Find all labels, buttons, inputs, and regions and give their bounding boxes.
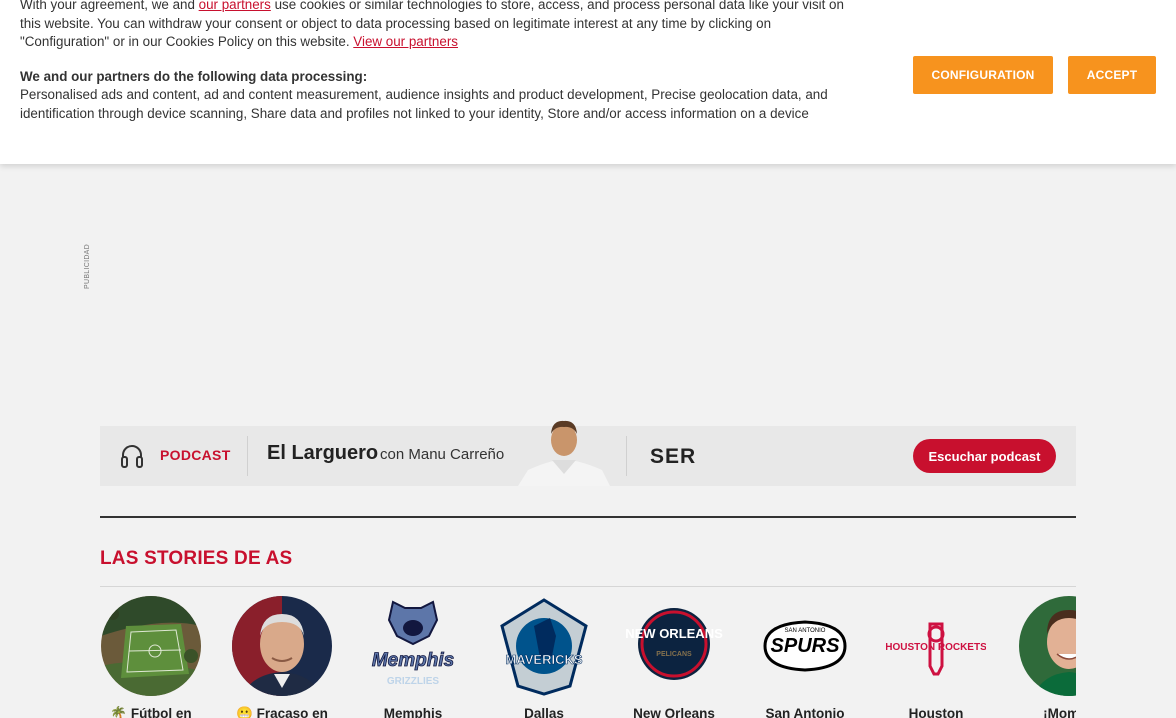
stories-carousel: 🌴 Fútbol en 😬 Fracaso en Memphis GRIZZLI…: [100, 596, 1076, 718]
stories-section-title: LAS STORIES DE AS: [100, 548, 293, 569]
story-item[interactable]: MAVERICKS Dallas: [489, 596, 599, 718]
consent-text-intro: With your agreement, we and: [20, 0, 199, 12]
dallas-mavericks-logo: MAVERICKS: [494, 596, 594, 696]
processing-text: Personalised ads and content, ad and con…: [20, 87, 828, 121]
story-label: Memphis: [383, 706, 443, 718]
section-divider: [100, 586, 1076, 587]
player-photo: [1019, 596, 1076, 696]
story-item[interactable]: SPURS SAN ANTONIO San Antonio: [750, 596, 860, 718]
story-item[interactable]: 🌴 Fútbol en: [100, 596, 206, 718]
svg-text:PELICANS: PELICANS: [656, 651, 692, 658]
our-partners-link[interactable]: our partners: [199, 0, 271, 12]
person-photo: [232, 596, 332, 696]
processing-heading: We and our partners do the following dat…: [20, 68, 368, 84]
svg-text:HOUSTON ROCKETS: HOUSTON ROCKETS: [886, 642, 986, 653]
show-host: con Manu Carreño: [380, 446, 505, 463]
svg-text:SPURS: SPURS: [771, 635, 841, 657]
svg-text:Memphis: Memphis: [372, 650, 454, 671]
football-pitch-image: [101, 596, 201, 696]
svg-text:GRIZZLIES: GRIZZLIES: [387, 676, 440, 687]
story-item[interactable]: HOUSTON ROCKETS Houston: [881, 596, 991, 718]
advertisement-label: PUBLICIDAD: [84, 243, 91, 289]
network-name: SER: [650, 446, 696, 466]
accept-button[interactable]: ACCEPT: [1068, 56, 1156, 94]
cookie-consent-banner: With your agreement, we and our partners…: [0, 0, 1176, 164]
divider: [247, 436, 248, 476]
houston-rockets-logo: HOUSTON ROCKETS: [886, 596, 986, 696]
story-label: Houston: [908, 706, 964, 718]
podcast-label: PODCAST: [160, 447, 231, 463]
story-item[interactable]: 😬 Fracaso en: [227, 596, 337, 718]
podcast-banner[interactable]: PODCAST El Larguero con Manu Carreño SER…: [100, 420, 1076, 486]
listen-podcast-button[interactable]: Escuchar podcast: [913, 439, 1056, 473]
ser-network-logo: SER: [650, 446, 696, 466]
new-orleans-pelicans-logo: NEW ORLEANS PELICANS: [624, 596, 724, 696]
configuration-button[interactable]: CONFIGURATION: [913, 56, 1053, 94]
story-item[interactable]: Memphis GRIZZLIES Memphis: [358, 596, 468, 718]
svg-text:NEW ORLEANS: NEW ORLEANS: [625, 626, 723, 641]
story-label: New Orleans: [633, 706, 715, 718]
san-antonio-spurs-logo: SPURS SAN ANTONIO: [755, 596, 855, 696]
cookie-consent-text: With your agreement, we and our partners…: [20, 0, 850, 124]
story-item[interactable]: NEW ORLEANS PELICANS New Orleans: [619, 596, 729, 718]
divider: [626, 436, 627, 476]
svg-text:MAVERICKS: MAVERICKS: [505, 652, 582, 667]
story-label: San Antonio: [765, 706, 845, 718]
story-label: Dallas: [524, 706, 564, 718]
view-partners-link[interactable]: View our partners: [353, 34, 458, 49]
show-title: El Larguero: [267, 442, 379, 464]
section-divider: [100, 516, 1076, 518]
headphones-icon: [121, 445, 143, 468]
story-item[interactable]: ¡Momen: [1014, 596, 1076, 718]
story-label: 🌴 Fútbol en: [110, 706, 192, 718]
story-label: 😬 Fracaso en: [236, 706, 328, 718]
svg-text:SAN ANTONIO: SAN ANTONIO: [785, 628, 826, 634]
memphis-grizzlies-logo: Memphis GRIZZLIES: [363, 596, 463, 696]
host-photo: [518, 420, 610, 486]
story-label: ¡Momen: [1043, 706, 1076, 718]
